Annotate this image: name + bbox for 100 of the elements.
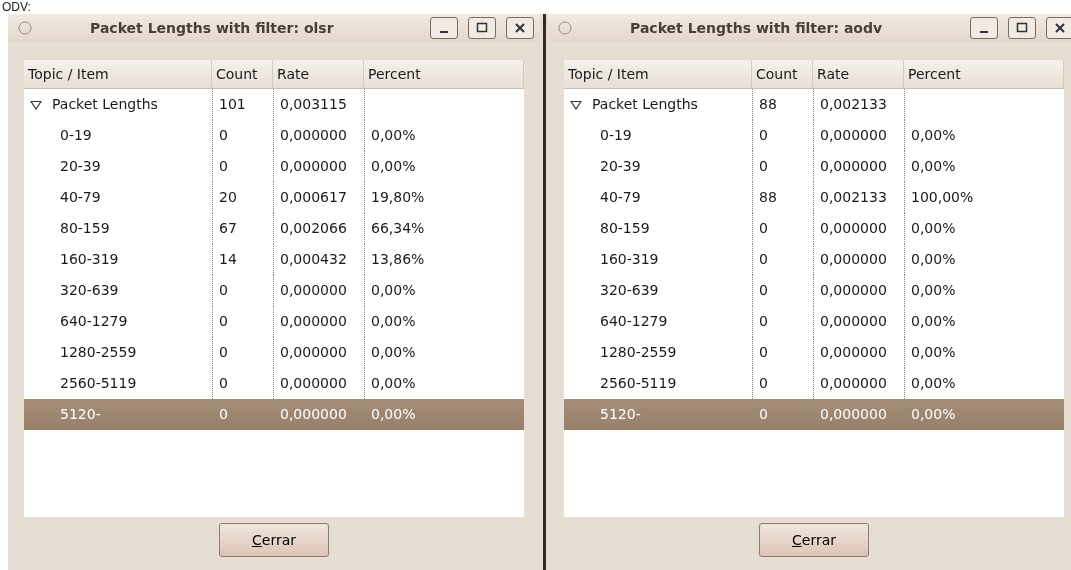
tree-item-label: 0-19 [600,126,632,145]
tree-item-label: 320-639 [600,281,659,300]
tree-item-label: 20-39 [600,157,641,176]
close-dialog-button[interactable]: Cerrar [219,523,329,557]
tree-row[interactable]: 20-39 0 0,000000 0,00% [24,151,524,182]
column-header[interactable]: Topic / Item [24,60,212,88]
tree-item-label: 1280-2559 [600,343,677,362]
table-cell-text: 0,000000 [280,157,347,176]
tree-item-label: 80-159 [600,219,650,238]
tree-row[interactable]: 40-79 88 0,002133 100,00% [564,182,1064,213]
tree-row[interactable]: 160-319 14 0,000432 13,86% [24,244,524,275]
window-title: Packet Lengths with filter: aodv [629,18,884,38]
table-cell-text: 0 [219,312,228,331]
minimize-button[interactable] [970,17,998,39]
table-cell-text: 0,00% [911,374,956,393]
tree-item-label: 20-39 [60,157,101,176]
table-cell-text: 20 [219,188,237,207]
minimize-icon [440,31,448,33]
tree-item-label: 640-1279 [60,312,128,331]
table-cell-text: 0,00% [371,281,416,300]
column-header[interactable]: Rate [273,60,364,88]
table-cell-text: 0,00% [371,126,416,145]
tree-item-label: 5120- [60,405,101,424]
table-cell-text: 88 [759,95,777,114]
table-cell-text: 0,000617 [280,188,347,207]
tree-row[interactable]: 1280-2559 0 0,000000 0,00% [564,337,1064,368]
tree-item-label: 5120- [600,405,641,424]
table-cell-text: 0,000000 [280,281,347,300]
tree-item-label: Packet Lengths [592,95,698,114]
maximize-button[interactable] [1008,17,1036,39]
table-cell-text: 0,000000 [280,405,347,424]
column-header[interactable]: Count [212,60,273,88]
table-cell-text: 0,00% [371,157,416,176]
table-cell-text: 0 [219,343,228,362]
tree-row[interactable]: 320-639 0 0,000000 0,00% [24,275,524,306]
tree-item-label: 1280-2559 [60,343,137,362]
column-header[interactable]: Percent [364,60,524,88]
tree-row[interactable]: 80-159 67 0,002066 66,34% [24,213,524,244]
window-menu-icon [18,21,32,35]
tree-row[interactable]: 1280-2559 0 0,000000 0,00% [24,337,524,368]
tree-row[interactable]: 40-79 20 0,000617 19,80% [24,182,524,213]
tree-row[interactable]: 640-1279 0 0,000000 0,00% [24,306,524,337]
caption-text: ODV: [1,0,32,14]
column-header[interactable]: Percent [904,60,1064,88]
minimize-button[interactable] [430,17,458,39]
tree-row[interactable]: 160-319 0 0,000000 0,00% [564,244,1064,275]
table-cell-text: 0 [759,219,768,238]
table-cell-text: 0 [759,312,768,331]
table-cell-text: 100,00% [911,188,974,207]
table-cell-text: 0,000000 [820,281,887,300]
table-cell-text: 0 [759,343,768,362]
tree-item-label: 0-19 [60,126,92,145]
tree-row[interactable]: 0-19 0 0,000000 0,00% [24,120,524,151]
table-cell-text: 0,002133 [820,188,887,207]
table-cell-text: 0 [759,405,768,424]
table-cell-text: 0 [219,281,228,300]
table-cell-text: 0,003115 [280,95,347,114]
tree-row[interactable]: Packet Lengths 88 0,002133 [564,89,1064,120]
table-cell-text: 0 [759,281,768,300]
table-cell-text: 0,00% [911,343,956,362]
table-cell-text: 0,00% [371,312,416,331]
column-header[interactable]: Rate [813,60,904,88]
table-cell-text: 0,00% [911,250,956,269]
tree-row[interactable]: 640-1279 0 0,000000 0,00% [564,306,1064,337]
tree-item-label: 40-79 [600,188,641,207]
close-button[interactable] [1046,17,1071,39]
table-cell-text: 0 [219,126,228,145]
tree-row[interactable]: 0-19 0 0,000000 0,00% [564,120,1064,151]
column-header[interactable]: Topic / Item [564,60,752,88]
expander-icon[interactable] [30,99,42,110]
table-cell-text: 67 [219,219,237,238]
minimize-icon [980,31,988,33]
tree-row[interactable]: Packet Lengths 101 0,003115 [24,89,524,120]
maximize-button[interactable] [468,17,496,39]
tree-item-label: 160-319 [60,250,119,269]
close-button[interactable] [506,17,534,39]
table-cell-text: 0,000432 [280,250,347,269]
expander-icon[interactable] [570,99,582,110]
column-header[interactable]: Count [752,60,813,88]
table-cell-text: 0 [759,157,768,176]
tree-row[interactable]: 80-159 0 0,000000 0,00% [564,213,1064,244]
table-cell-text: 0,00% [911,126,956,145]
table-cell-text: 0,00% [911,219,956,238]
close-dialog-button[interactable]: Cerrar [759,523,869,557]
tree-row[interactable]: 20-39 0 0,000000 0,00% [564,151,1064,182]
tree-item-label: 2560-5119 [600,374,677,393]
table-cell-text: 0,000000 [280,126,347,145]
window-title: Packet Lengths with filter: olsr [89,18,335,38]
table-cell-text: 0,00% [911,405,956,424]
table-cell-text: 0 [219,157,228,176]
tree-item-label: 640-1279 [600,312,668,331]
table-cell-text: 0,000000 [820,343,887,362]
tree-item-label: Packet Lengths [52,95,158,114]
table-cell-text: 0 [219,405,228,424]
tree-item-label: 80-159 [60,219,110,238]
table-cell-text: 0 [759,250,768,269]
table-cell-text: 0 [759,374,768,393]
tree-row[interactable]: 320-639 0 0,000000 0,00% [564,275,1064,306]
table-cell-text: 0 [219,374,228,393]
table-cell-text: 0,00% [371,405,416,424]
